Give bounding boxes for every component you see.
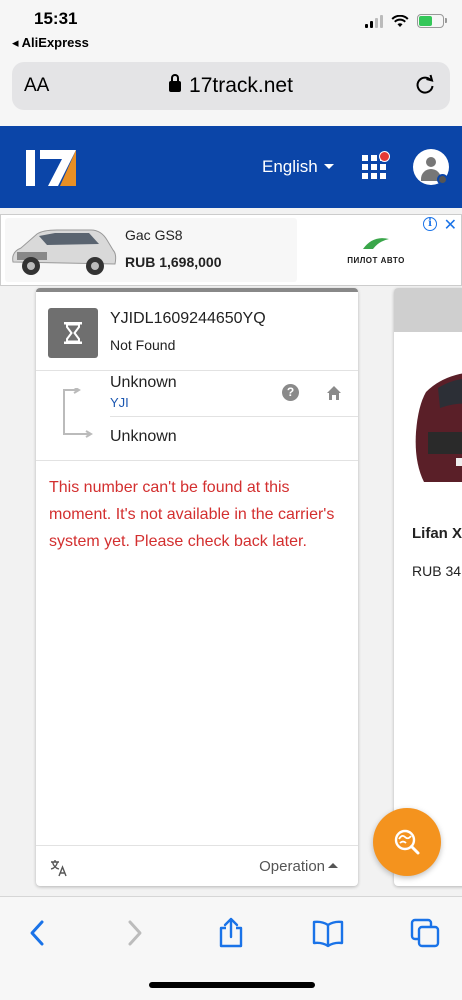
ad-close-icon[interactable]: ✕ bbox=[444, 215, 457, 235]
operation-label: Operation bbox=[259, 858, 325, 875]
tracking-status: Not Found bbox=[110, 337, 176, 353]
ad-title: Gac GS8 bbox=[125, 227, 183, 243]
track-search-icon bbox=[394, 829, 420, 855]
operation-menu[interactable]: Operation bbox=[259, 858, 338, 875]
ad-brand-logo: ПИЛОТ АВТО bbox=[341, 237, 411, 265]
ad-price: RUB 1,698,000 bbox=[125, 254, 222, 270]
translate-icon[interactable] bbox=[50, 859, 68, 877]
side-ad-card[interactable]: Lifan X RUB 34 bbox=[394, 288, 462, 886]
lock-icon bbox=[169, 74, 182, 92]
car-image bbox=[12, 229, 117, 275]
url-display[interactable]: 17track.net bbox=[12, 74, 450, 98]
address-bar[interactable]: AA 17track.net bbox=[12, 62, 450, 110]
battery-icon bbox=[417, 14, 447, 28]
caret-down-icon bbox=[323, 164, 334, 169]
language-selector[interactable]: English bbox=[262, 157, 334, 177]
divider bbox=[36, 845, 358, 846]
caret-up-icon bbox=[328, 863, 338, 868]
reload-icon[interactable] bbox=[414, 74, 436, 96]
url-text: 17track.net bbox=[189, 74, 293, 97]
user-status-dot bbox=[437, 174, 448, 185]
tracking-number[interactable]: YJIDL1609244650YQ bbox=[110, 310, 266, 328]
track-search-fab[interactable] bbox=[373, 808, 441, 876]
ad-info-icon[interactable]: i bbox=[423, 217, 437, 231]
back-arrow-icon: ◂ bbox=[12, 35, 22, 50]
browser-address-area: AA 17track.net bbox=[0, 56, 462, 126]
notification-dot bbox=[379, 151, 390, 162]
ad-banner[interactable]: Gac GS8 RUB 1,698,000 ПИЛОТ АВТО i ✕ bbox=[0, 214, 462, 286]
divider bbox=[110, 416, 358, 417]
destination-country: Unknown bbox=[110, 428, 177, 445]
forward-icon[interactable] bbox=[118, 917, 150, 949]
status-icons bbox=[365, 14, 447, 28]
bookmarks-icon[interactable] bbox=[312, 917, 344, 949]
back-app-label: AliExpress bbox=[21, 35, 89, 50]
home-icon[interactable] bbox=[326, 385, 342, 401]
back-to-app-link[interactable]: ◂ AliExpress bbox=[12, 35, 89, 51]
origin-country: Unknown bbox=[110, 374, 177, 391]
side-ad-car-image bbox=[394, 332, 462, 500]
wifi-icon bbox=[391, 14, 409, 27]
share-icon[interactable] bbox=[215, 917, 247, 949]
ad-card[interactable]: Gac GS8 RUB 1,698,000 bbox=[5, 218, 297, 282]
ad-brand-text: ПИЛОТ АВТО bbox=[347, 256, 405, 265]
divider bbox=[36, 370, 358, 371]
tabs-icon[interactable] bbox=[409, 917, 441, 949]
brand-leaf-icon bbox=[363, 238, 389, 249]
status-bar: 15:31 ◂ AliExpress bbox=[0, 0, 462, 56]
tracking-result-card: YJIDL1609244650YQ Not Found Unknown YJI … bbox=[36, 288, 358, 886]
back-icon[interactable] bbox=[22, 917, 54, 949]
side-ad-header bbox=[394, 288, 462, 332]
signal-icon bbox=[365, 14, 383, 28]
status-indicator bbox=[48, 308, 98, 358]
side-ad-price: RUB 34 bbox=[412, 563, 462, 579]
home-indicator bbox=[149, 982, 315, 988]
help-icon[interactable]: ? bbox=[282, 384, 299, 401]
status-time: 15:31 bbox=[34, 9, 78, 28]
not-found-message: This number can't be found at this momen… bbox=[49, 479, 335, 550]
divider bbox=[36, 460, 358, 461]
side-ad-title: Lifan X bbox=[412, 525, 462, 542]
carrier-link[interactable]: YJI bbox=[110, 395, 129, 410]
route-icon bbox=[63, 388, 93, 438]
language-label: English bbox=[262, 157, 318, 176]
hourglass-icon bbox=[64, 322, 82, 344]
site-logo[interactable] bbox=[24, 146, 80, 190]
site-header: English bbox=[0, 126, 462, 208]
